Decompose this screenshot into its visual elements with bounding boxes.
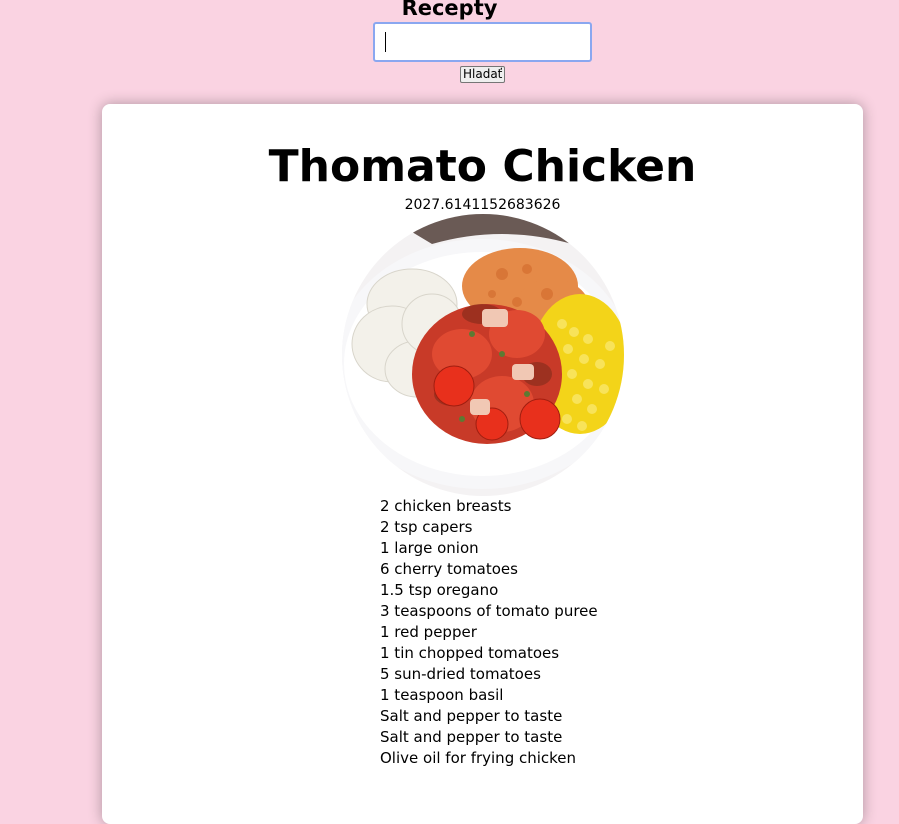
ingredient-item: 6 cherry tomatoes xyxy=(380,560,518,578)
ingredient-item: Salt and pepper to taste xyxy=(380,728,563,746)
recipe-score: 2027.6141152683626 xyxy=(404,197,561,213)
ingredient-item: 1.5 tsp oregano xyxy=(380,581,499,599)
ingredient-item: 5 sun-dried tomatoes xyxy=(380,665,541,683)
ingredient-item: 2 chicken breasts xyxy=(380,497,512,515)
ingredient-item: Olive oil for frying chicken xyxy=(380,749,577,767)
ingredient-item: 3 teaspoons of tomato puree xyxy=(380,602,598,620)
recipe-photo xyxy=(342,214,624,496)
ingredient-item: 1 teaspoon basil xyxy=(380,686,504,704)
ingredient-item: 1 large onion xyxy=(380,539,479,557)
search-button[interactable]: Hladať xyxy=(460,66,506,83)
ingredient-list: 2 chicken breasts 2 tsp capers 1 large o… xyxy=(380,496,598,769)
search-input[interactable] xyxy=(373,22,592,62)
recipe-photo-image xyxy=(342,214,624,496)
app-title: Recepty xyxy=(401,0,498,20)
ingredient-item: 1 tin chopped tomatoes xyxy=(380,644,560,662)
recipe-card: Thomato Chicken 2027.6141152683626 2 chi… xyxy=(102,104,863,824)
text-caret xyxy=(385,32,386,52)
ingredient-item: 1 red pepper xyxy=(380,623,477,641)
ingredient-item: 2 tsp capers xyxy=(380,518,473,536)
recipe-title: Thomato Chicken xyxy=(268,141,697,192)
ingredient-item: Salt and pepper to taste xyxy=(380,707,563,725)
